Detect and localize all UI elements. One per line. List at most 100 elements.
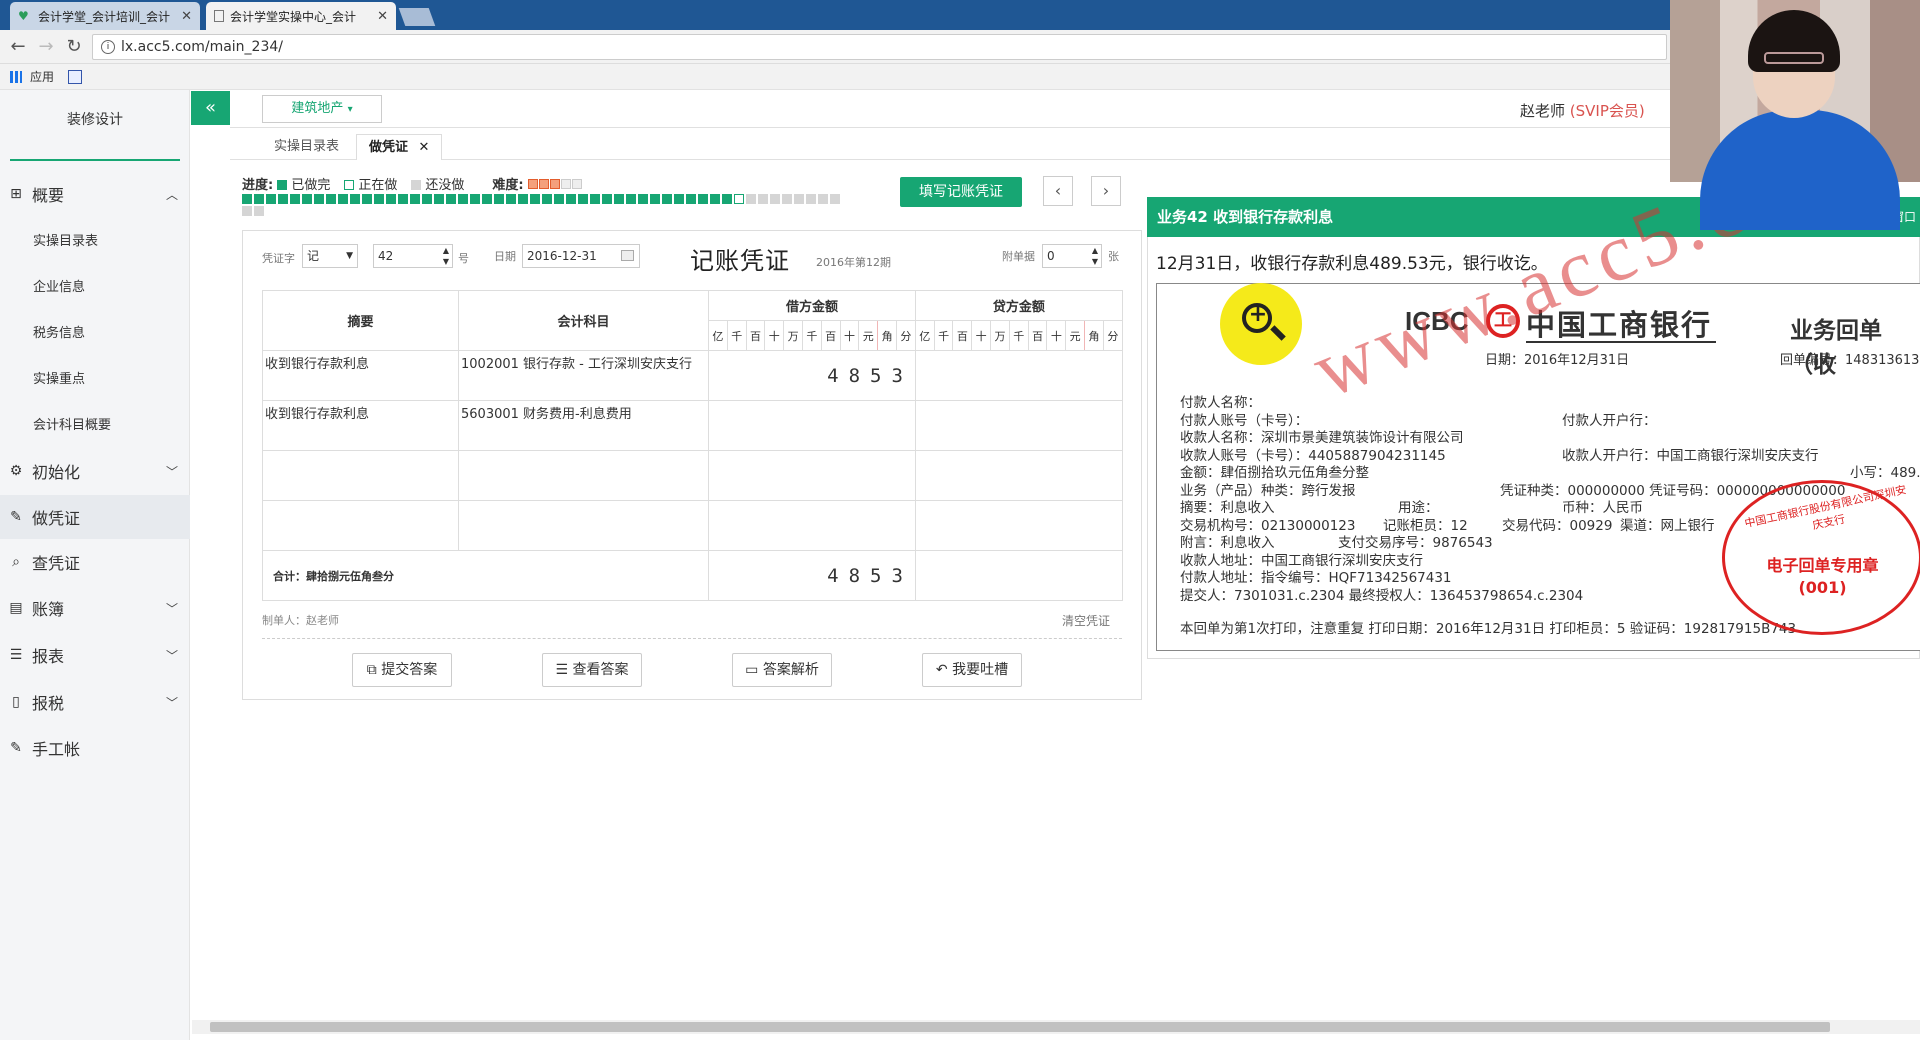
progress-cell[interactable] [242, 194, 252, 204]
account-cell[interactable]: 1002001 银行存款 - 工行深圳安庆支行 [458, 350, 709, 401]
sidebar-subitem-accounts[interactable]: 会计科目概要 [0, 401, 190, 445]
progress-cell[interactable] [554, 194, 564, 204]
credit-cell[interactable] [914, 400, 1123, 451]
close-tab-icon[interactable]: ✕ [181, 9, 192, 24]
progress-cell[interactable] [518, 194, 528, 204]
progress-cell[interactable] [566, 194, 576, 204]
sidebar-item-reports[interactable]: ☰ 报表 ﹀ [0, 633, 190, 677]
tab-catalog[interactable]: 实操目录表 [262, 134, 351, 160]
progress-cell[interactable] [242, 206, 252, 216]
scrollbar-thumb[interactable] [210, 1022, 1830, 1032]
forward-icon[interactable]: → [34, 36, 58, 58]
account-cell[interactable] [458, 500, 709, 551]
progress-cell[interactable] [374, 194, 384, 204]
progress-cell[interactable] [458, 194, 468, 204]
summary-cell[interactable] [262, 500, 459, 551]
progress-cell[interactable] [254, 206, 264, 216]
progress-cell[interactable] [650, 194, 660, 204]
progress-cell[interactable] [722, 194, 732, 204]
industry-dropdown[interactable]: 建筑地产 ▾ [262, 95, 382, 123]
sidebar-item-manual[interactable]: ✎ 手工帐 [0, 726, 190, 770]
progress-cell[interactable] [602, 194, 612, 204]
sidebar-subitem-keypoints[interactable]: 实操重点 [0, 355, 190, 399]
progress-cell[interactable] [278, 194, 288, 204]
progress-cell[interactable] [734, 194, 744, 204]
sidebar-item-make-voucher[interactable]: ✎ 做凭证 [0, 495, 190, 539]
debit-cell[interactable] [708, 450, 916, 501]
voucher-number-input[interactable]: 42 ▲ ▼ [373, 244, 453, 268]
next-business-button[interactable]: › [1091, 176, 1121, 206]
progress-cell[interactable] [314, 194, 324, 204]
collapse-sidebar-button[interactable]: « [191, 91, 230, 125]
progress-cell[interactable] [362, 194, 372, 204]
sidebar-subitem-catalog[interactable]: 实操目录表 [0, 217, 190, 261]
progress-cell[interactable] [710, 194, 720, 204]
sidebar-item-overview[interactable]: ⊞ 概要 ︿ [0, 172, 190, 216]
apps-bookmark[interactable]: 应用 [30, 68, 54, 85]
progress-cell[interactable] [758, 194, 768, 204]
view-answer-button[interactable]: ☰ 查看答案 [542, 653, 642, 687]
progress-cell[interactable] [422, 194, 432, 204]
progress-cell[interactable] [386, 194, 396, 204]
reload-icon[interactable]: ↻ [62, 36, 86, 58]
account-cell[interactable]: 5603001 财务费用-利息费用 [458, 400, 709, 451]
progress-cell[interactable] [674, 194, 684, 204]
feedback-button[interactable]: ↶ 我要吐槽 [922, 653, 1022, 687]
credit-cell[interactable] [914, 350, 1123, 401]
date-input[interactable]: 2016-12-31 [522, 244, 640, 268]
progress-cell[interactable] [398, 194, 408, 204]
progress-cell[interactable] [686, 194, 696, 204]
user-info[interactable]: 赵老师 (SVIP会员) [1520, 100, 1645, 121]
summary-cell[interactable]: 收到银行存款利息 [262, 350, 459, 401]
clear-voucher-link[interactable]: 清空凭证 [1062, 612, 1110, 629]
progress-cell[interactable] [626, 194, 636, 204]
back-icon[interactable]: ← [6, 36, 30, 58]
browser-tab[interactable]: ♥ 会计学堂_会计培训_会计 ✕ [10, 2, 200, 30]
progress-cell[interactable] [542, 194, 552, 204]
progress-cell[interactable] [746, 194, 756, 204]
bookmark-icon[interactable] [68, 69, 83, 84]
progress-cell[interactable] [830, 194, 840, 204]
answer-analysis-button[interactable]: ▭ 答案解析 [732, 653, 832, 687]
progress-cell[interactable] [638, 194, 648, 204]
browser-tab-active[interactable]: 会计学堂实操中心_会计 ✕ [206, 2, 396, 30]
progress-cell[interactable] [818, 194, 828, 204]
progress-cell[interactable] [662, 194, 672, 204]
stepper-icon[interactable]: ▲ ▼ [1092, 245, 1098, 267]
progress-cell[interactable] [782, 194, 792, 204]
progress-cell[interactable] [350, 194, 360, 204]
progress-cell[interactable] [410, 194, 420, 204]
progress-cell[interactable] [266, 194, 276, 204]
credit-cell[interactable] [914, 450, 1123, 501]
progress-cell[interactable] [806, 194, 816, 204]
progress-cell[interactable] [698, 194, 708, 204]
progress-cell[interactable] [770, 194, 780, 204]
progress-cell[interactable] [434, 194, 444, 204]
sidebar-subitem-company[interactable]: 企业信息 [0, 263, 190, 307]
sidebar-item-ledger[interactable]: ▤ 账簿 ﹀ [0, 586, 190, 630]
tab-make-voucher[interactable]: 做凭证 ✕ [356, 134, 443, 160]
sidebar-item-init[interactable]: ⚙ 初始化 ﹀ [0, 449, 190, 493]
progress-cell[interactable] [482, 194, 492, 204]
credit-cell[interactable] [914, 500, 1123, 551]
url-field[interactable]: i lx.acc5.com/main_234/ [92, 34, 1667, 60]
apps-grid-icon[interactable] [10, 70, 22, 83]
calendar-icon[interactable] [621, 250, 634, 261]
prev-business-button[interactable]: ‹ [1043, 176, 1073, 206]
new-tab-button[interactable] [398, 8, 436, 26]
summary-cell[interactable]: 收到银行存款利息 [262, 400, 459, 451]
close-icon[interactable]: ✕ [419, 140, 430, 155]
attachments-input[interactable]: 0 ▲ ▼ [1042, 244, 1102, 268]
progress-cell[interactable] [326, 194, 336, 204]
close-tab-icon[interactable]: ✕ [377, 9, 388, 24]
summary-cell[interactable] [262, 450, 459, 501]
debit-cell[interactable] [708, 400, 916, 451]
progress-cell[interactable] [506, 194, 516, 204]
account-cell[interactable] [458, 450, 709, 501]
debit-cell[interactable]: 4853 [708, 350, 916, 401]
progress-cell[interactable] [578, 194, 588, 204]
debit-cell[interactable] [708, 500, 916, 551]
fill-voucher-button[interactable]: 填写记账凭证 [900, 177, 1022, 207]
stepper-icon[interactable]: ▲ ▼ [443, 245, 449, 267]
progress-cell[interactable] [794, 194, 804, 204]
